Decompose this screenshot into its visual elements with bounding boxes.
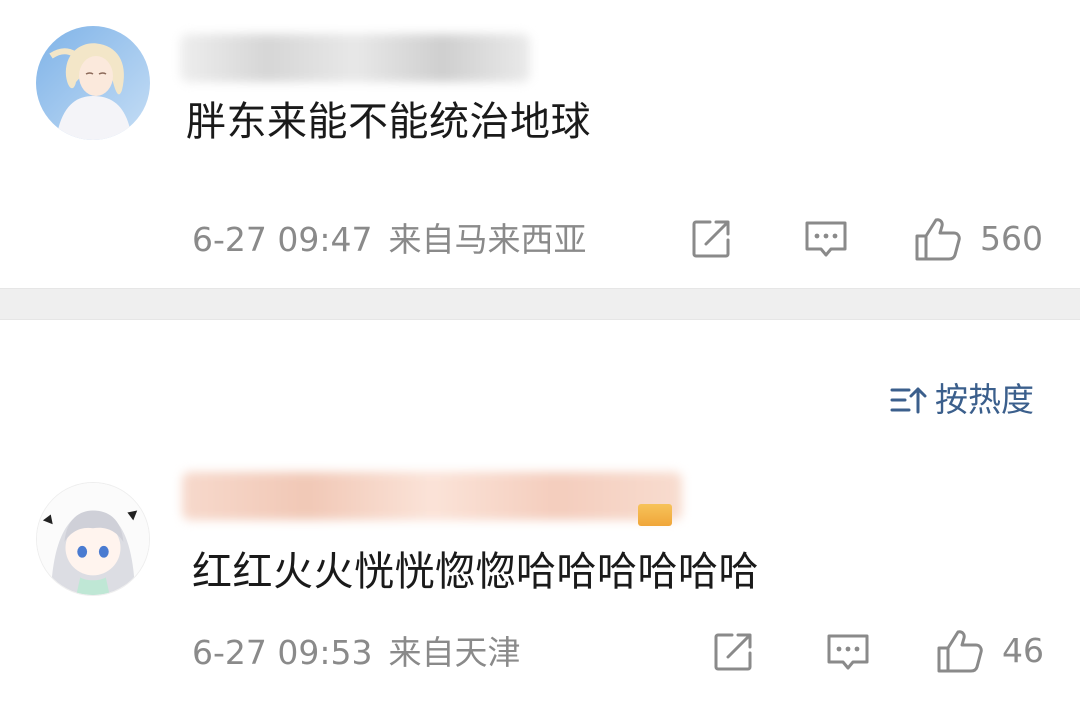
- share-button[interactable]: [712, 631, 754, 673]
- sort-icon: [890, 387, 927, 414]
- comment-meta: 6-27 09:53 来自天津: [192, 633, 521, 673]
- avatar[interactable]: [36, 482, 150, 596]
- section-divider: [0, 288, 1080, 320]
- avatar-image: [36, 26, 150, 140]
- comment-icon: [827, 634, 869, 670]
- reply-button[interactable]: [804, 219, 848, 259]
- comment-icon: [805, 221, 847, 257]
- username[interactable]: [180, 34, 530, 82]
- comment-item-1: 胖东来能不能统治地球 6-27 09:47 来自马来西亚 560: [0, 0, 1080, 288]
- like-count: 560: [980, 219, 1043, 258]
- username[interactable]: [182, 472, 682, 520]
- comment-time: 6-27 09:53: [192, 633, 373, 672]
- comment-location: 来自马来西亚: [388, 220, 587, 259]
- like-icon: [937, 630, 983, 673]
- avatar[interactable]: [36, 26, 150, 140]
- reply-button[interactable]: [826, 632, 870, 672]
- user-level-badge: [638, 504, 672, 526]
- comment-meta: 6-27 09:47 来自马来西亚: [192, 220, 587, 260]
- sort-label: 按热度: [935, 380, 1034, 419]
- like-button[interactable]: 560: [914, 216, 1043, 262]
- comment-time: 6-27 09:47: [192, 220, 373, 259]
- comment-text: 胖东来能不能统治地球: [186, 99, 591, 145]
- like-icon: [915, 218, 961, 261]
- comment-text: 红红火火恍恍惚惚哈哈哈哈哈哈: [192, 549, 759, 595]
- like-count: 46: [1002, 631, 1044, 670]
- comment-item-2: 红红火火恍恍惚惚哈哈哈哈哈哈 6-27 09:53 来自天津 46: [0, 460, 1080, 701]
- share-icon: [714, 633, 752, 671]
- comment-location: 来自天津: [388, 633, 521, 672]
- share-button[interactable]: [690, 218, 732, 260]
- share-icon: [692, 220, 730, 258]
- avatar-image: [37, 483, 149, 595]
- sort-by-hot-button[interactable]: 按热度: [889, 380, 1034, 420]
- like-button[interactable]: 46: [936, 628, 1044, 674]
